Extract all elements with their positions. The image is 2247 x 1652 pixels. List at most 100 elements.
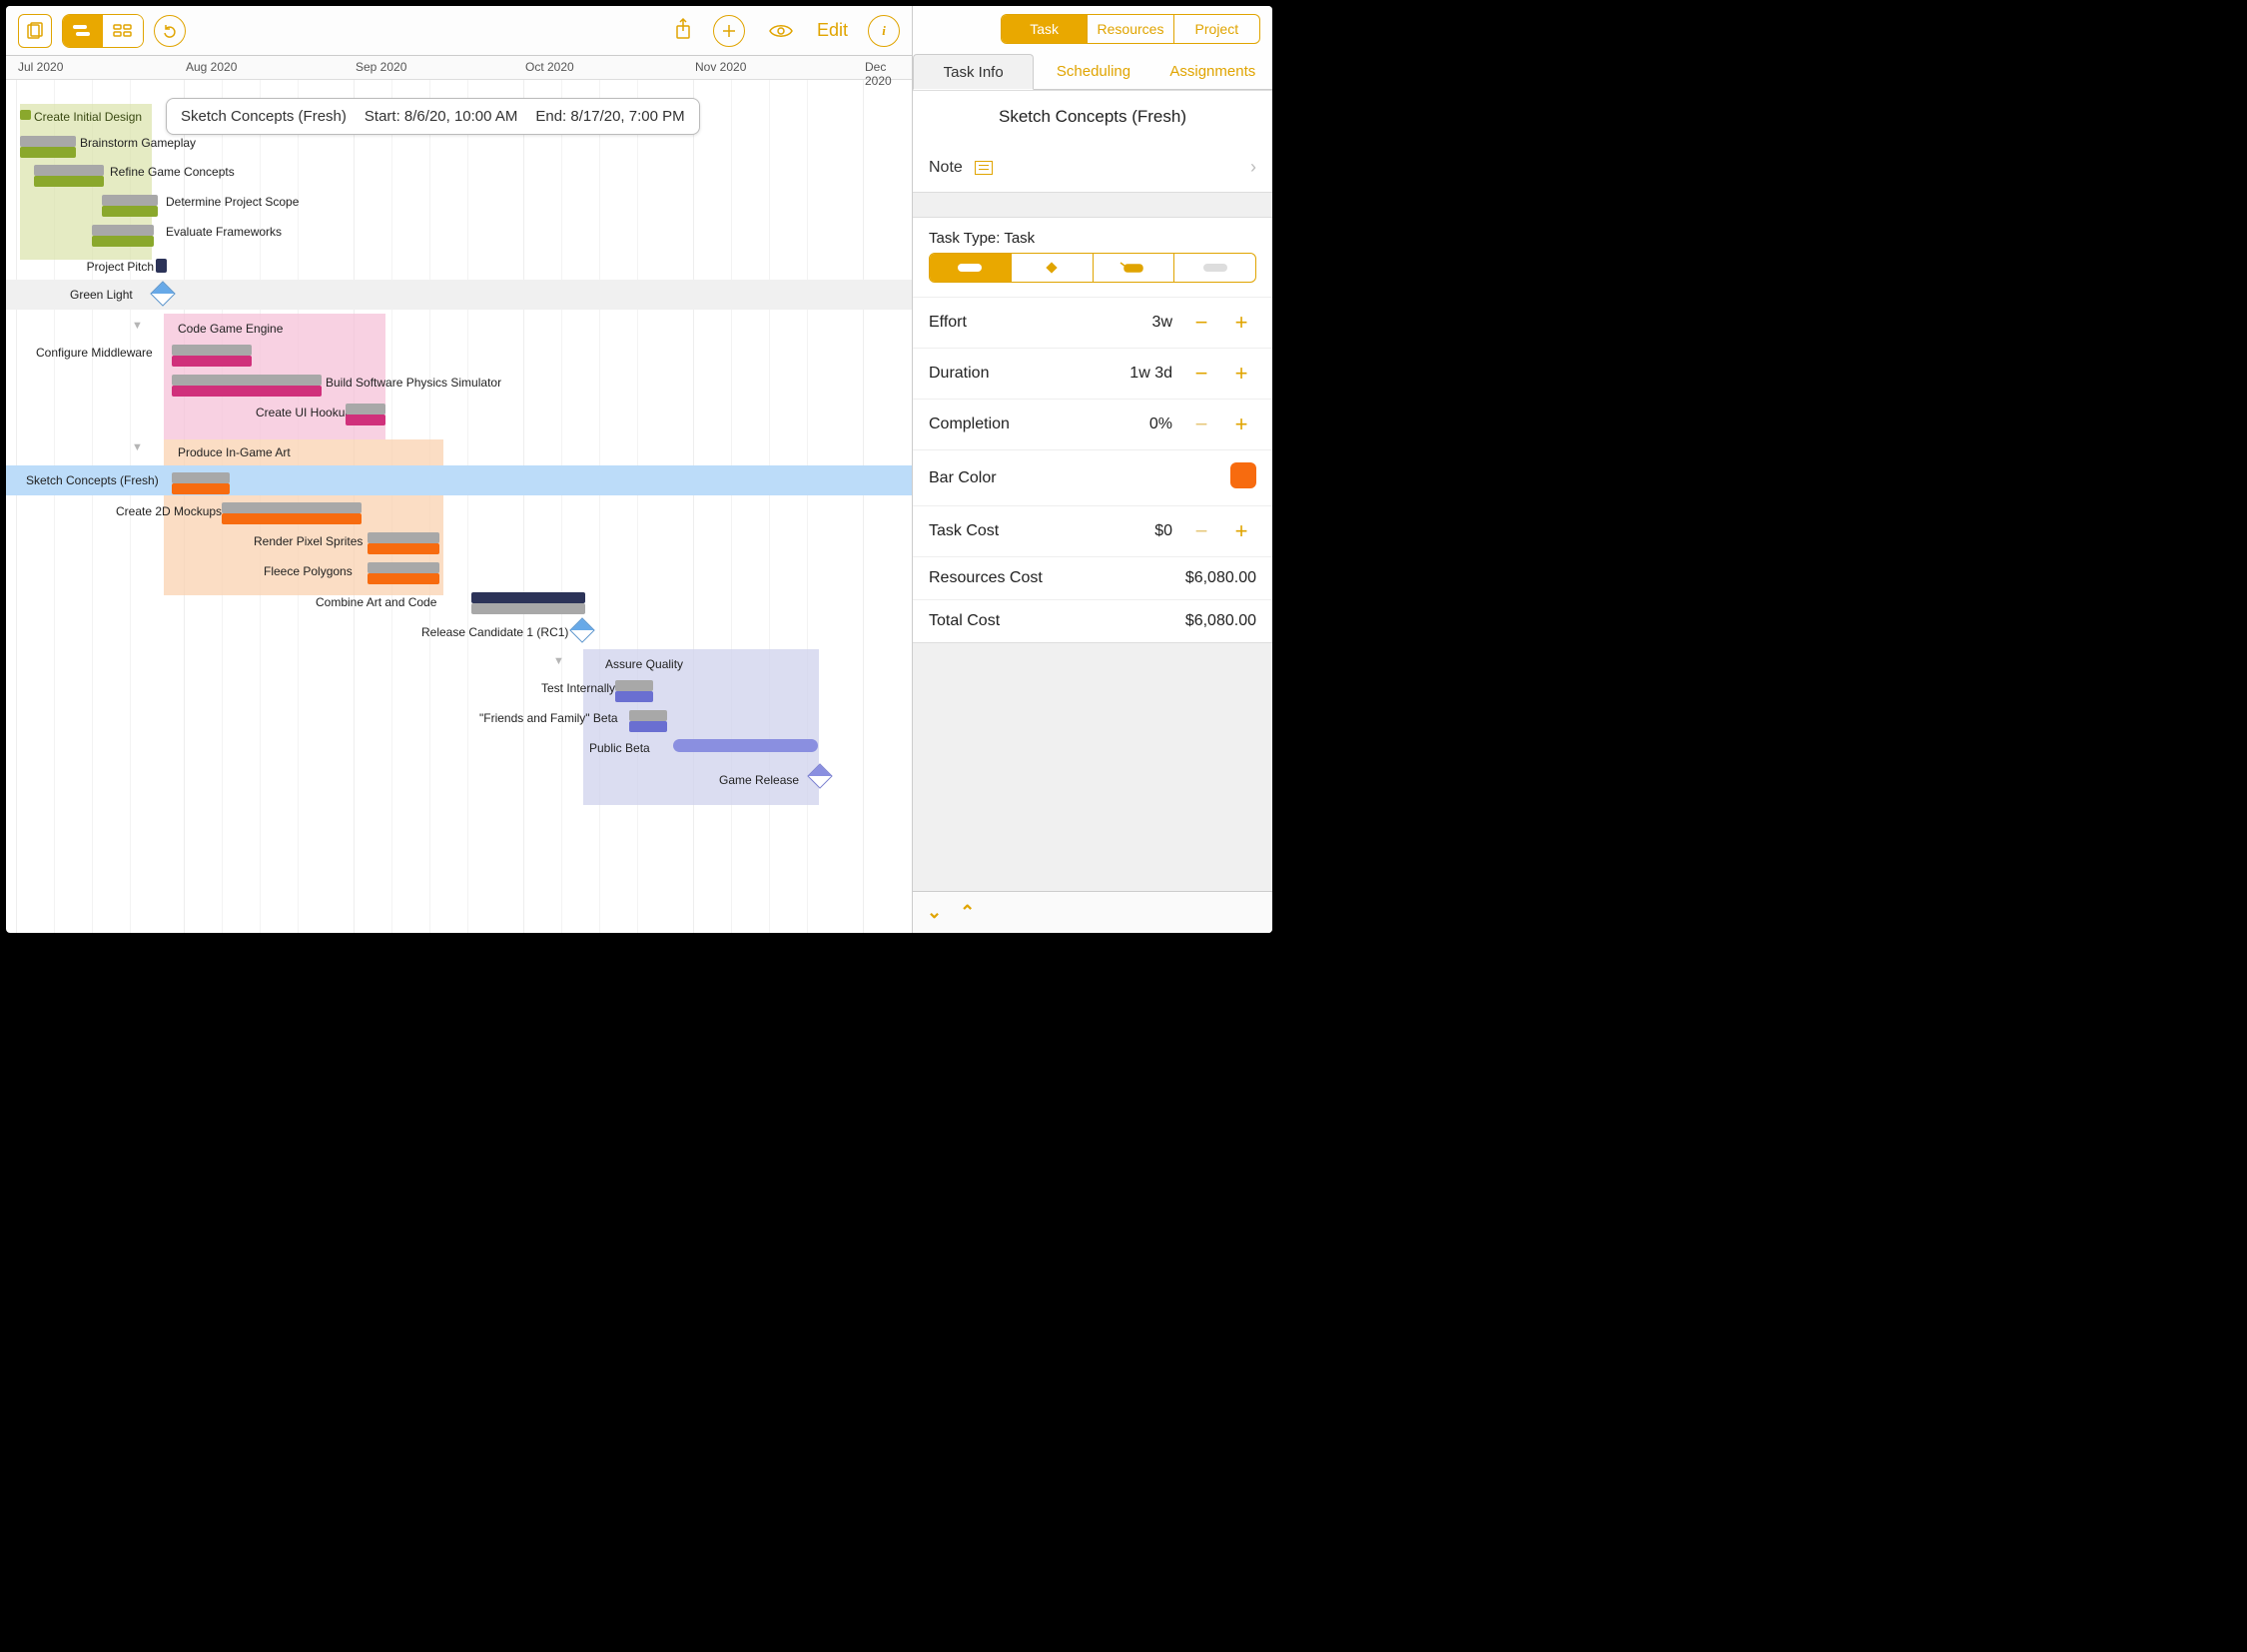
timeline-header: Jul 2020 Aug 2020 Sep 2020 Oct 2020 Nov … [6,56,912,80]
preview-button[interactable] [765,15,797,47]
task-bar[interactable] [172,472,230,483]
task-label[interactable]: Evaluate Frameworks [166,225,282,239]
task-bar [471,603,585,614]
task-bar [20,110,31,120]
collapse-chevron-icon[interactable]: ▼ [132,441,143,453]
task-bar[interactable] [222,502,362,513]
note-row[interactable]: Note › [913,143,1272,192]
undo-button[interactable] [154,15,186,47]
task-label[interactable]: Project Pitch [87,260,154,274]
task-label[interactable]: Combine Art and Code [316,595,436,609]
completion-increase[interactable]: + [1226,412,1256,437]
tab-task-info[interactable]: Task Info [913,54,1034,90]
task-bar[interactable] [673,739,818,752]
task-label[interactable]: Public Beta [589,741,650,755]
effort-label: Effort [929,314,967,332]
task-bar [629,721,667,732]
effort-decrease[interactable]: − [1186,310,1216,336]
task-label[interactable]: Assure Quality [599,653,689,675]
task-bar[interactable] [20,136,76,147]
milestone-diamond[interactable] [569,617,594,642]
note-icon [975,161,993,175]
task-label[interactable]: Fleece Polygons [264,564,353,578]
milestone-diamond[interactable] [150,281,175,306]
tab-scheduling[interactable]: Scheduling [1034,54,1152,89]
view-outline-button[interactable] [103,15,143,47]
toolbar: Edit i [6,6,912,56]
type-milestone[interactable] [1011,254,1093,282]
task-label[interactable]: Code Game Engine [172,318,289,340]
type-hammock[interactable] [1093,254,1174,282]
completion-decrease[interactable]: − [1186,412,1216,437]
gantt-chart[interactable]: Create Initial Design Brainstorm Gamepla… [6,80,912,933]
edit-button[interactable]: Edit [817,20,848,41]
task-bar[interactable] [471,592,585,603]
add-button[interactable] [713,15,745,47]
task-bar[interactable] [346,404,385,414]
taskcost-value: $0 [1154,522,1172,540]
barcolor-label: Bar Color [929,469,997,487]
next-task-button[interactable]: ⌃ [960,902,975,923]
duration-decrease[interactable]: − [1186,361,1216,387]
chevron-right-icon: › [1250,157,1256,178]
effort-increase[interactable]: + [1226,310,1256,336]
task-bar[interactable] [368,532,439,543]
info-button[interactable]: i [868,15,900,47]
scope-resources[interactable]: Resources [1087,15,1172,43]
task-label[interactable]: Determine Project Scope [166,195,299,209]
task-label: Sketch Concepts (Fresh) [26,473,159,487]
task-bar[interactable] [34,165,104,176]
tab-assignments[interactable]: Assignments [1153,54,1272,89]
task-bar[interactable] [102,195,158,206]
task-label[interactable]: Release Candidate 1 (RC1) [421,625,568,639]
effort-row: Effort 3w − + [913,297,1272,348]
prev-task-button[interactable]: ⌄ [927,902,942,923]
task-label[interactable]: "Friends and Family" Beta [479,711,618,725]
month-label: Nov 2020 [695,60,746,74]
scope-task[interactable]: Task [1002,15,1087,43]
task-bar[interactable] [172,375,322,386]
month-label: Oct 2020 [525,60,574,74]
view-gantt-button[interactable] [63,15,103,47]
task-bar[interactable] [615,680,653,691]
task-label[interactable]: Game Release [719,773,799,787]
task-bar [92,236,154,247]
totalcost-label: Total Cost [929,612,1000,630]
documents-button[interactable] [18,14,52,48]
month-label: Aug 2020 [186,60,237,74]
collapse-chevron-icon[interactable]: ▼ [553,655,564,667]
task-label[interactable]: Brainstorm Gameplay [80,136,196,150]
task-label[interactable]: Refine Game Concepts [110,165,235,179]
task-bar [172,356,252,367]
share-button[interactable] [673,17,693,44]
task-bar[interactable] [156,259,167,273]
taskcost-decrease[interactable]: − [1186,518,1216,544]
rescost-label: Resources Cost [929,569,1043,587]
collapse-chevron-icon[interactable]: ▼ [132,320,143,332]
barcolor-swatch[interactable] [1230,462,1256,488]
barcolor-row[interactable]: Bar Color [913,449,1272,505]
rescost-row: Resources Cost $6,080.00 [913,556,1272,599]
selected-row[interactable]: Sketch Concepts (Fresh) [6,465,912,495]
type-task[interactable] [930,254,1011,282]
task-bar[interactable] [92,225,154,236]
task-label[interactable]: Green Light [70,288,133,302]
task-label[interactable]: Create UI Hookups [256,406,358,419]
taskcost-increase[interactable]: + [1226,518,1256,544]
task-bar[interactable] [368,562,439,573]
inspector-tabs: Task Info Scheduling Assignments [913,54,1272,90]
task-bar [346,414,385,425]
duration-value: 1w 3d [1129,365,1172,383]
duration-increase[interactable]: + [1226,361,1256,387]
task-label[interactable]: Create Initial Design [28,106,148,128]
task-label[interactable]: Configure Middleware [36,346,153,360]
type-group[interactable] [1173,254,1255,282]
task-bar[interactable] [629,710,667,721]
task-label[interactable]: Build Software Physics Simulator [326,376,501,390]
task-label[interactable]: Test Internally [541,681,615,695]
scope-project[interactable]: Project [1173,15,1259,43]
task-label[interactable]: Create 2D Mockups [116,504,222,518]
task-label[interactable]: Produce In-Game Art [172,441,297,463]
task-label[interactable]: Render Pixel Sprites [254,534,363,548]
task-bar[interactable] [172,345,252,356]
